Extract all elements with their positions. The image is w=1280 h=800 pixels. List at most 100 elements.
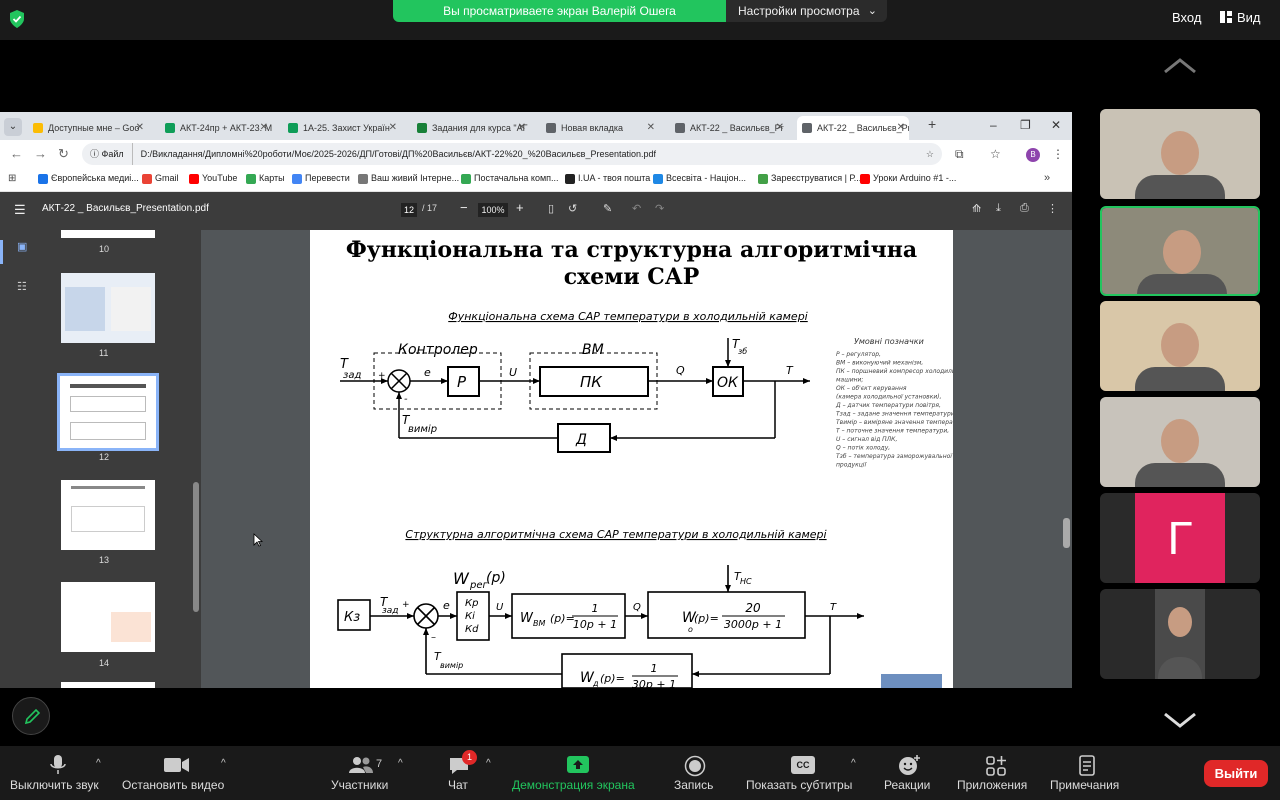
download-icon[interactable]: ⤓: [996, 202, 1001, 215]
browser-tab[interactable]: Новая вкладка ✕: [541, 116, 659, 140]
participant-tile[interactable]: [1100, 397, 1260, 487]
forward-icon[interactable]: →: [34, 146, 47, 161]
bookmark-item[interactable]: Всесвіта - Націон...: [653, 173, 746, 184]
thumbnails-icon[interactable]: ▣: [17, 240, 27, 253]
zoom-out-button[interactable]: −: [460, 200, 468, 215]
close-tab-icon[interactable]: ✕: [260, 116, 268, 140]
extensions-icon[interactable]: ⧉: [955, 147, 964, 162]
close-tab-icon[interactable]: ✕: [897, 116, 905, 140]
participant-tile[interactable]: [1100, 301, 1260, 391]
stop-video-button[interactable]: Остановить видео: [122, 778, 224, 792]
more-bookmarks-icon[interactable]: »: [1044, 172, 1050, 184]
participants-options-caret[interactable]: ^: [398, 758, 403, 769]
reactions-button[interactable]: Реакции: [884, 778, 930, 792]
thumbnail-page[interactable]: [61, 230, 155, 238]
file-chip[interactable]: ⓘ Файл: [90, 143, 133, 165]
video-camera-icon[interactable]: [164, 757, 190, 773]
zoom-input[interactable]: 100%: [478, 203, 508, 217]
notes-icon[interactable]: [1078, 755, 1096, 777]
participants-icon[interactable]: [348, 756, 374, 774]
apps-grid-icon[interactable]: ⊞: [8, 173, 16, 184]
view-button[interactable]: Вид: [1220, 10, 1261, 25]
chevron-up-icon[interactable]: [1163, 56, 1197, 76]
back-icon[interactable]: ←: [10, 146, 23, 161]
browser-tab[interactable]: АКТ-24пр + АКТ-23. М ✕: [160, 116, 272, 140]
maximize-icon[interactable]: ❐: [1020, 118, 1031, 132]
zoom-in-button[interactable]: +: [516, 200, 524, 215]
url-input[interactable]: ⓘ Файл D:/Викладання/Дипломні%20роботи/Мо…: [82, 143, 942, 165]
undo-icon[interactable]: ↶: [632, 202, 641, 215]
participant-tile[interactable]: [1100, 206, 1260, 296]
bookmarks-icon[interactable]: ☆: [990, 147, 1001, 161]
chevron-down-icon[interactable]: [1163, 710, 1197, 730]
menu-icon[interactable]: ☰: [14, 202, 26, 218]
browser-tab[interactable]: АКТ-22 _ Васильєв_Pr ✕: [670, 116, 788, 140]
browser-tab[interactable]: 1А-25. Захист Україн ✕: [283, 116, 401, 140]
participant-tile[interactable]: [1100, 109, 1260, 199]
close-tab-icon[interactable]: ✕: [136, 116, 144, 140]
thumbnail-page[interactable]: [61, 582, 155, 652]
mute-options-caret[interactable]: ^: [96, 758, 101, 769]
browser-tab[interactable]: Доступные мне – Goo ✕: [28, 116, 148, 140]
chat-button[interactable]: Чат: [448, 778, 468, 792]
redo-icon[interactable]: ↷: [655, 202, 664, 215]
save-pdf-icon[interactable]: ⟰: [972, 202, 981, 215]
bookmark-item[interactable]: Перевести: [292, 173, 350, 184]
annotate-icon[interactable]: ✎: [603, 202, 612, 215]
participant-tile[interactable]: Г: [1100, 493, 1260, 583]
share-screen-icon[interactable]: [566, 755, 590, 775]
login-button[interactable]: Вход: [1172, 10, 1201, 25]
mute-button[interactable]: Выключить звук: [10, 778, 99, 792]
record-icon[interactable]: [684, 755, 706, 777]
leave-meeting-button[interactable]: Выйти: [1204, 760, 1268, 787]
rotate-icon[interactable]: ↺: [568, 202, 577, 215]
close-tab-icon[interactable]: ✕: [389, 116, 397, 140]
apps-button[interactable]: Приложения: [957, 778, 1027, 792]
outline-icon[interactable]: ☷: [17, 280, 27, 293]
subtitles-button[interactable]: Показать субтитры: [746, 778, 852, 792]
thumbnail-page[interactable]: [61, 682, 155, 688]
record-button[interactable]: Запись: [674, 778, 713, 792]
thumbnail-page-active[interactable]: [57, 373, 159, 451]
share-screen-button[interactable]: Демонстрация экрана: [512, 778, 635, 792]
participant-tile[interactable]: [1100, 589, 1260, 679]
minimize-icon[interactable]: –: [990, 118, 997, 132]
close-window-icon[interactable]: ✕: [1051, 118, 1061, 132]
bookmark-item[interactable]: YouTube: [189, 173, 237, 184]
view-settings-button[interactable]: Настройки просмотра ⌄: [726, 0, 887, 22]
video-options-caret[interactable]: ^: [221, 758, 226, 769]
browser-tab[interactable]: Задания для курса "АГ ✕: [412, 116, 530, 140]
thumbnail-page[interactable]: [61, 480, 155, 550]
bookmark-item[interactable]: Gmail: [142, 173, 179, 184]
close-tab-icon[interactable]: ✕: [647, 116, 655, 140]
bookmark-star-icon[interactable]: ☆: [926, 143, 934, 165]
browser-menu-icon[interactable]: ⋮: [1052, 147, 1064, 161]
reactions-icon[interactable]: [898, 754, 922, 776]
pdf-scrollbar[interactable]: [1063, 232, 1070, 688]
closed-captions-icon[interactable]: CC: [791, 756, 815, 774]
close-tab-icon[interactable]: ✕: [776, 116, 784, 140]
bookmark-item[interactable]: Зареєструватися | Р...: [758, 173, 861, 184]
thumbnail-scrollbar[interactable]: [193, 232, 199, 688]
subtitles-options-caret[interactable]: ^: [851, 758, 856, 769]
bookmark-item[interactable]: Європейська медиі...: [38, 173, 139, 184]
fit-page-icon[interactable]: ▯: [548, 202, 554, 215]
print-icon[interactable]: ⎙: [1020, 202, 1029, 215]
bookmark-item[interactable]: Уроки Arduino #1 -...: [860, 173, 956, 184]
close-tab-icon[interactable]: ✕: [518, 116, 526, 140]
more-options-icon[interactable]: ⋮: [1047, 202, 1058, 215]
notes-button[interactable]: Примечания: [1050, 778, 1119, 792]
microphone-icon[interactable]: [50, 754, 66, 776]
page-number-input[interactable]: 12: [401, 203, 417, 217]
security-shield-icon[interactable]: [8, 9, 26, 29]
new-tab-button[interactable]: +: [928, 116, 936, 132]
bookmark-item[interactable]: Постачальна комп...: [461, 173, 559, 184]
annotate-button[interactable]: [12, 697, 50, 735]
bookmark-item[interactable]: I.UA - твоя пошта: [565, 173, 650, 184]
thumbnail-page[interactable]: [61, 273, 155, 343]
bookmark-item[interactable]: Ваш живий Інтерне...: [358, 173, 459, 184]
participants-button[interactable]: Участники: [331, 778, 388, 792]
chat-options-caret[interactable]: ^: [486, 758, 491, 769]
reload-icon[interactable]: ↻: [58, 146, 69, 162]
tab-search-button[interactable]: ⌄: [4, 118, 22, 136]
